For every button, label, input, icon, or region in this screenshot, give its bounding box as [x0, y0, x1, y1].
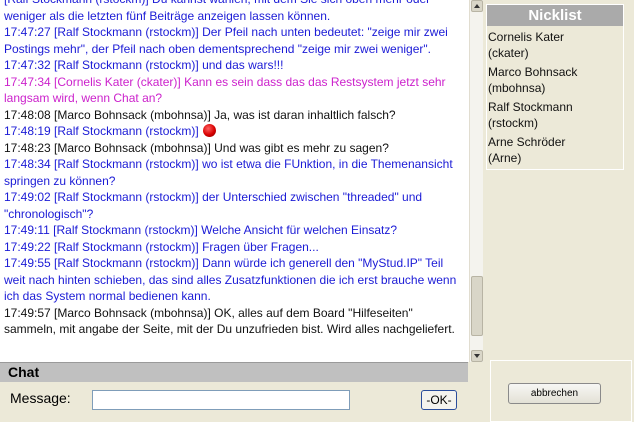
chat-log-scrollbar[interactable]	[469, 0, 483, 362]
chat-message-text: 17:47:34 [Cornelis Kater (ckater)] Kann …	[4, 74, 446, 106]
nicklist-item[interactable]: Marco Bohnsack (mbohnsa)	[487, 61, 623, 96]
message-label: Message:	[10, 390, 71, 406]
chat-message: 17:48:34 [Ralf Stockmann (rstockm)] wo i…	[4, 156, 462, 189]
chat-log: [Ralf Stockmann (rstockm)] Du kannst wäh…	[0, 0, 470, 362]
chat-message-text: 17:49:55 [Ralf Stockmann (rstockm)] Dann…	[4, 256, 457, 303]
nick-username: (ckater)	[488, 46, 529, 60]
abort-panel: abbrechen	[490, 360, 632, 422]
abort-button[interactable]: abbrechen	[508, 383, 601, 404]
chat-message: 17:49:02 [Ralf Stockmann (rstockm)] der …	[4, 189, 462, 222]
message-input[interactable]	[92, 390, 350, 410]
scroll-down-arrow-icon[interactable]	[471, 350, 483, 362]
chat-input-panel: Message: -OK-	[0, 382, 468, 422]
chat-message: [Ralf Stockmann (rstockm)] Du kannst wäh…	[4, 0, 462, 24]
nicklist-title: Nicklist	[487, 5, 623, 26]
nicklist-panel: Nicklist Cornelis Kater (ckater) Marco Boh…	[486, 4, 624, 170]
chat-message-text: 17:49:22 [Ralf Stockmann (rstockm)] Frag…	[4, 239, 319, 254]
chat-message-text: [Ralf Stockmann (rstockm)] Du kannst wäh…	[4, 0, 430, 23]
nick-username: (mbohnsa)	[488, 81, 546, 95]
chat-message-text: 17:48:19 [Ralf Stockmann (rstockm)]	[4, 124, 199, 138]
chat-message: 17:47:27 [Ralf Stockmann (rstockm)] Der …	[4, 24, 462, 57]
chat-message: 17:49:55 [Ralf Stockmann (rstockm)] Dann…	[4, 255, 462, 305]
chat-section-title: Chat	[0, 362, 468, 382]
nicklist-entries: Cornelis Kater (ckater) Marco Bohnsack (mbo…	[487, 26, 623, 166]
nicklist-item[interactable]: Arne Schröder (Arne)	[487, 131, 623, 166]
chat-message: 17:48:19 [Ralf Stockmann (rstockm)]	[4, 123, 462, 140]
ok-button[interactable]: -OK-	[421, 390, 457, 410]
chat-message-text: 17:48:08 [Marco Bohnsack (mbohnsa)] Ja, …	[4, 107, 396, 122]
nick-username: (rstockm)	[488, 116, 538, 130]
chat-message-text: 17:48:23 [Marco Bohnsack (mbohnsa)] Und …	[4, 140, 389, 155]
chat-message: 17:47:32 [Ralf Stockmann (rstockm)] und …	[4, 57, 462, 74]
chat-message-text: 17:49:11 [Ralf Stockmann (rstockm)] Welc…	[4, 223, 398, 237]
nick-name: Cornelis Kater	[488, 30, 565, 44]
chat-message: 17:49:22 [Ralf Stockmann (rstockm)] Frag…	[4, 239, 462, 256]
chat-message: 17:48:23 [Marco Bohnsack (mbohnsa)] Und …	[4, 140, 462, 157]
scrollbar-thumb[interactable]	[471, 276, 483, 336]
nick-name: Ralf Stockmann	[488, 100, 573, 114]
chat-message-text: 17:49:02 [Ralf Stockmann (rstockm)] der …	[4, 190, 423, 221]
chat-message: 17:49:11 [Ralf Stockmann (rstockm)] Welc…	[4, 222, 462, 239]
chat-message-text: 17:47:32 [Ralf Stockmann (rstockm)] und …	[4, 58, 284, 72]
chat-message: 17:47:34 [Cornelis Kater (ckater)] Kann …	[4, 74, 462, 107]
chat-message-text: 17:48:34 [Ralf Stockmann (rstockm)] wo i…	[4, 157, 453, 188]
nick-name: Arne Schröder	[488, 135, 566, 149]
chat-message-text: 17:47:27 [Ralf Stockmann (rstockm)] Der …	[4, 25, 448, 56]
chat-message-text: 17:49:57 [Marco Bohnsack (mbohnsa)] OK, …	[4, 305, 455, 337]
nick-name: Marco Bohnsack	[488, 65, 578, 79]
red-ball-icon	[202, 124, 216, 137]
chat-log-messages: [Ralf Stockmann (rstockm)] Du kannst wäh…	[4, 0, 462, 338]
nicklist-item[interactable]: Cornelis Kater (ckater)	[487, 26, 623, 61]
nicklist-item[interactable]: Ralf Stockmann (rstockm)	[487, 96, 623, 131]
nick-username: (Arne)	[488, 151, 522, 165]
chat-message: 17:49:57 [Marco Bohnsack (mbohnsa)] OK, …	[4, 305, 462, 338]
chat-message: 17:48:08 [Marco Bohnsack (mbohnsa)] Ja, …	[4, 107, 462, 124]
scroll-up-arrow-icon[interactable]	[471, 0, 483, 12]
